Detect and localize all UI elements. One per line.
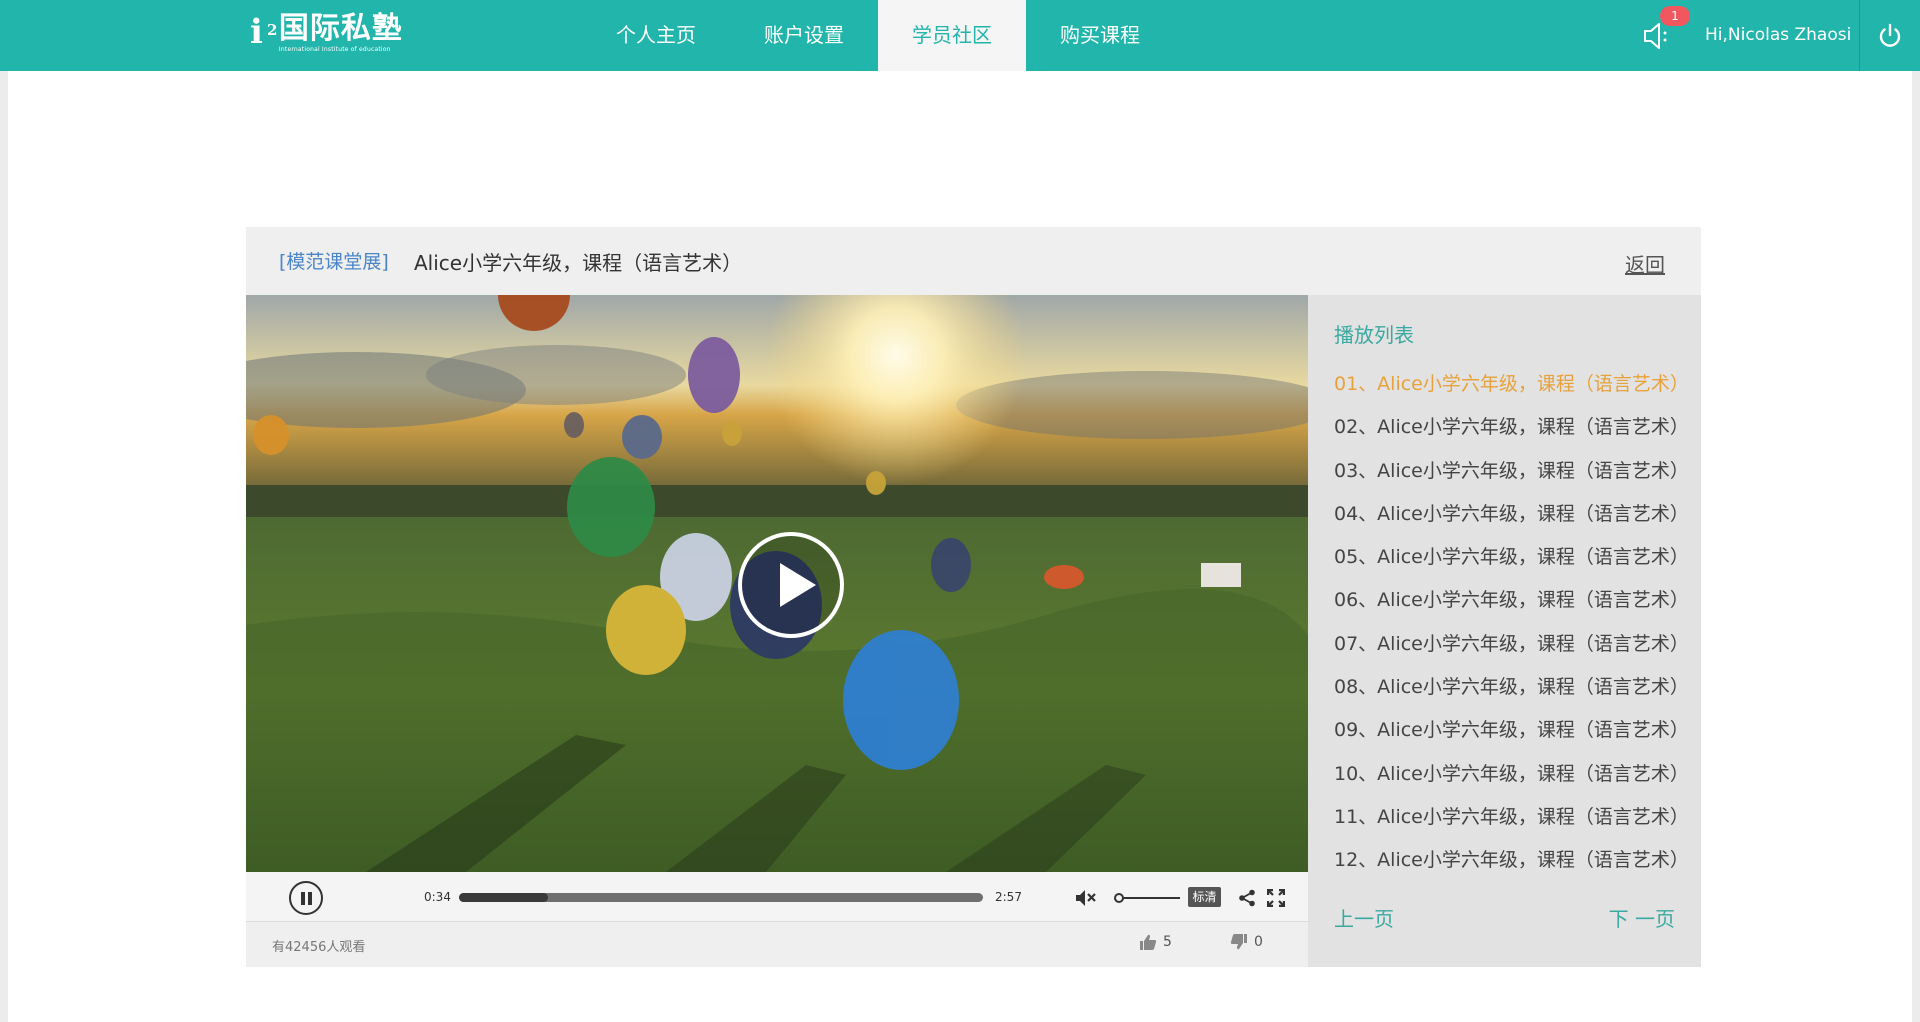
logo-tagline: International Institute of education: [278, 46, 391, 53]
playlist-item[interactable]: 06、Alice小学六年级，课程（语言艺术）: [1334, 579, 1689, 622]
playlist-item[interactable]: 02、Alice小学六年级，课程（语言艺术）: [1334, 406, 1689, 449]
share-icon[interactable]: [1238, 889, 1256, 907]
progress-fill: [459, 893, 549, 902]
fullscreen-icon[interactable]: [1267, 889, 1285, 907]
top-navbar: i2 国际私塾 International Institute of educa…: [0, 0, 1920, 80]
nav-item-2[interactable]: 账户设置: [730, 0, 878, 71]
category-tag[interactable]: [模范课堂展]: [279, 247, 389, 274]
playlist-panel: 播放列表 01、Alice小学六年级，课程（语言艺术） 02、Alice小学六年级…: [1308, 295, 1701, 967]
viewer-count: 有42456人观看: [272, 940, 366, 955]
duration: 2:57: [995, 890, 1022, 904]
like-button[interactable]: 5: [1139, 933, 1172, 951]
current-time: 0:34: [424, 890, 451, 904]
power-icon[interactable]: [1876, 22, 1904, 50]
back-link[interactable]: 返回: [1625, 249, 1665, 278]
player-controls: 0:34 2:57 标清: [246, 872, 1308, 922]
play-button[interactable]: [738, 532, 844, 638]
playlist-item[interactable]: 10、Alice小学六年级，课程（语言艺术）: [1334, 753, 1689, 796]
nav-item-1[interactable]: 个人主页: [582, 0, 730, 71]
playlist-item[interactable]: 01、Alice小学六年级，课程（语言艺术）: [1334, 363, 1689, 406]
thumbs-up-icon: [1140, 934, 1157, 950]
dislike-button[interactable]: 0: [1230, 933, 1263, 951]
site-logo[interactable]: i2 国际私塾 International Institute of educa…: [250, 12, 410, 56]
card-header: [模范课堂展] Alice小学六年级，课程（语言艺术） 返回: [246, 227, 1701, 295]
nav-divider: [1859, 0, 1860, 71]
play-icon: [780, 563, 816, 607]
video-player[interactable]: [246, 295, 1308, 872]
logo-name: 国际私塾: [278, 11, 403, 46]
playlist-item[interactable]: 08、Alice小学六年级，课程（语言艺术）: [1334, 666, 1689, 709]
main-nav: 个人主页 账户设置 学员社区 购买课程: [582, 0, 1174, 80]
notification-badge: 1: [1660, 6, 1690, 26]
video-title: Alice小学六年级，课程（语言艺术）: [414, 251, 743, 275]
pause-icon[interactable]: [289, 881, 323, 915]
dislike-count: 0: [1254, 934, 1263, 950]
video-card: [模范课堂展] Alice小学六年级，课程（语言艺术） 返回 0:34 2:57…: [246, 227, 1701, 967]
like-count: 5: [1163, 934, 1172, 950]
nav-item-4[interactable]: 购买课程: [1026, 0, 1174, 71]
playlist-item[interactable]: 12、Alice小学六年级，课程（语言艺术）: [1334, 839, 1689, 882]
quality-button[interactable]: 标清: [1188, 887, 1221, 907]
playlist-item[interactable]: 11、Alice小学六年级，课程（语言艺术）: [1334, 796, 1689, 839]
nav-item-3[interactable]: 学员社区: [878, 0, 1026, 80]
video-meta-bar: 有42456人观看 5 0: [246, 922, 1308, 967]
playlist-item[interactable]: 04、Alice小学六年级，课程（语言艺术）: [1334, 493, 1689, 536]
next-page-link[interactable]: 下 一页: [1609, 903, 1675, 932]
progress-bar[interactable]: [459, 893, 983, 902]
volume-knob[interactable]: [1114, 893, 1124, 903]
playlist-item[interactable]: 03、Alice小学六年级，课程（语言艺术）: [1334, 450, 1689, 493]
mute-icon[interactable]: [1074, 887, 1096, 909]
playlist-item[interactable]: 07、Alice小学六年级，课程（语言艺术）: [1334, 623, 1689, 666]
page-body: [模范课堂展] Alice小学六年级，课程（语言艺术） 返回 0:34 2:57…: [8, 71, 1912, 1022]
playlist-item[interactable]: 05、Alice小学六年级，课程（语言艺术）: [1334, 536, 1689, 579]
playlist-title: 播放列表: [1334, 323, 1414, 347]
logo-mark: i2: [250, 12, 278, 52]
playlist: 01、Alice小学六年级，课程（语言艺术） 02、Alice小学六年级，课程（语…: [1334, 363, 1689, 883]
playlist-item[interactable]: 09、Alice小学六年级，课程（语言艺术）: [1334, 709, 1689, 752]
volume-track[interactable]: [1118, 897, 1180, 899]
user-greeting[interactable]: Hi,Nicolas Zhaosi: [1705, 0, 1851, 71]
prev-page-link[interactable]: 上一页: [1334, 903, 1394, 932]
thumbs-down-icon: [1230, 934, 1247, 950]
